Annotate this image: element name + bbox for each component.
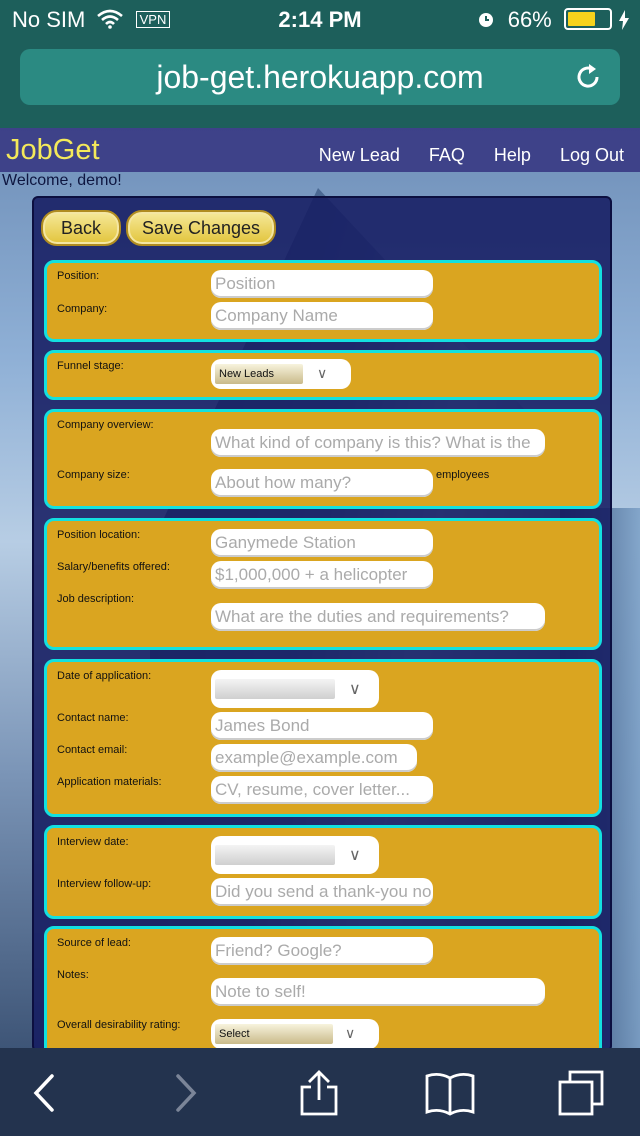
interview-followup-label: Interview follow-up: (57, 878, 152, 890)
rating-select[interactable]: Select ∨ (211, 1019, 379, 1049)
lead-source-label: Source of lead: (57, 937, 131, 949)
contact-email-label: Contact email: (57, 744, 128, 756)
back-button[interactable]: Back (41, 210, 121, 246)
forward-icon[interactable] (160, 1070, 210, 1116)
card-notes: Source of lead: Friend? Google? Notes: N… (44, 926, 602, 1050)
save-changes-button[interactable]: Save Changes (126, 210, 276, 246)
site-header: JobGet New Lead FAQ Help Log Out (0, 128, 640, 172)
nav-log-out[interactable]: Log Out (560, 145, 624, 165)
company-overview-input[interactable]: What kind of company is this? What is th… (211, 429, 545, 457)
funnel-stage-label: Funnel stage: (57, 360, 124, 372)
back-icon[interactable] (22, 1070, 72, 1116)
chevron-down-icon: ∨ (345, 1025, 356, 1041)
company-size-input[interactable]: About how many? (211, 469, 433, 497)
application-date-label: Date of application: (57, 670, 152, 682)
job-description-label: Job description: (57, 593, 135, 605)
battery-icon (563, 8, 612, 30)
card-job: Position location: Ganymede Station Sala… (44, 518, 602, 650)
url-text: job-get.herokuapp.com (156, 59, 484, 95)
salary-input[interactable]: $1,000,000 + a helicopter (211, 561, 433, 589)
job-description-input[interactable]: What are the duties and requirements? (211, 603, 545, 631)
nav-help[interactable]: Help (494, 145, 531, 165)
position-location-input[interactable]: Ganymede Station (211, 529, 433, 557)
rating-label: Overall desirability rating: (57, 1019, 181, 1031)
company-overview-label: Company overview: (57, 419, 154, 431)
card-interview: Interview date: ∨ Interview follow-up: D… (44, 825, 602, 919)
contact-email-input[interactable]: example@example.com (211, 744, 417, 772)
company-size-suffix: employees (436, 469, 490, 481)
company-size-label: Company size: (57, 469, 130, 481)
address-bar[interactable]: job-get.herokuapp.com (20, 49, 620, 105)
funnel-stage-select[interactable]: New Leads ∨ (211, 359, 351, 389)
position-label: Position: (57, 270, 100, 282)
welcome-message: Welcome, demo! (2, 172, 122, 189)
interview-date-select[interactable]: ∨ (211, 836, 379, 874)
lead-source-input[interactable]: Friend? Google? (211, 937, 433, 965)
card-position: Position: Position Company: Company Name (44, 260, 602, 342)
bookmarks-icon[interactable] (425, 1070, 475, 1116)
salary-label: Salary/benefits offered: (57, 561, 170, 573)
site-logo[interactable]: JobGet (6, 134, 100, 167)
interview-followup-input[interactable]: Did you send a thank-you no (211, 878, 433, 906)
notes-input[interactable]: Note to self! (211, 978, 545, 1006)
card-funnel: Funnel stage: New Leads ∨ (44, 350, 602, 400)
application-materials-label: Application materials: (57, 776, 162, 788)
company-label: Company: (57, 303, 108, 315)
chevron-down-icon: ∨ (317, 365, 328, 381)
application-date-select[interactable]: ∨ (211, 670, 379, 708)
browser-toolbar (0, 1048, 640, 1136)
reload-icon[interactable] (572, 61, 604, 93)
application-materials-input[interactable]: CV, resume, cover letter... (211, 776, 433, 804)
alarm-icon (478, 13, 493, 27)
battery-percent: 66% (507, 7, 552, 32)
lead-form-panel: Back Save Changes Position: Position Com… (32, 196, 612, 1052)
nav-new-lead[interactable]: New Lead (319, 145, 400, 165)
charging-icon (619, 10, 629, 30)
position-location-label: Position location: (57, 529, 141, 541)
browser-chrome: job-get.herokuapp.com (0, 40, 640, 128)
funnel-stage-value: New Leads (215, 364, 303, 384)
position-input[interactable]: Position (211, 270, 433, 298)
card-company: Company overview: What kind of company i… (44, 409, 602, 509)
interview-date-label: Interview date: (57, 836, 129, 848)
chevron-down-icon: ∨ (349, 681, 361, 698)
status-bar: No SIM VPN 2:14 PM 66% (0, 0, 640, 40)
contact-name-input[interactable]: James Bond (211, 712, 433, 740)
card-application: Date of application: ∨ Contact name: Jam… (44, 659, 602, 817)
company-input[interactable]: Company Name (211, 302, 433, 330)
nav-faq[interactable]: FAQ (429, 145, 465, 165)
notes-label: Notes: (57, 969, 89, 981)
tabs-icon[interactable] (556, 1070, 606, 1116)
site-nav: New Lead FAQ Help Log Out (295, 145, 624, 166)
chevron-down-icon: ∨ (349, 847, 361, 864)
contact-name-label: Contact name: (57, 712, 129, 724)
rating-value: Select (215, 1024, 333, 1044)
share-icon[interactable] (294, 1070, 344, 1116)
